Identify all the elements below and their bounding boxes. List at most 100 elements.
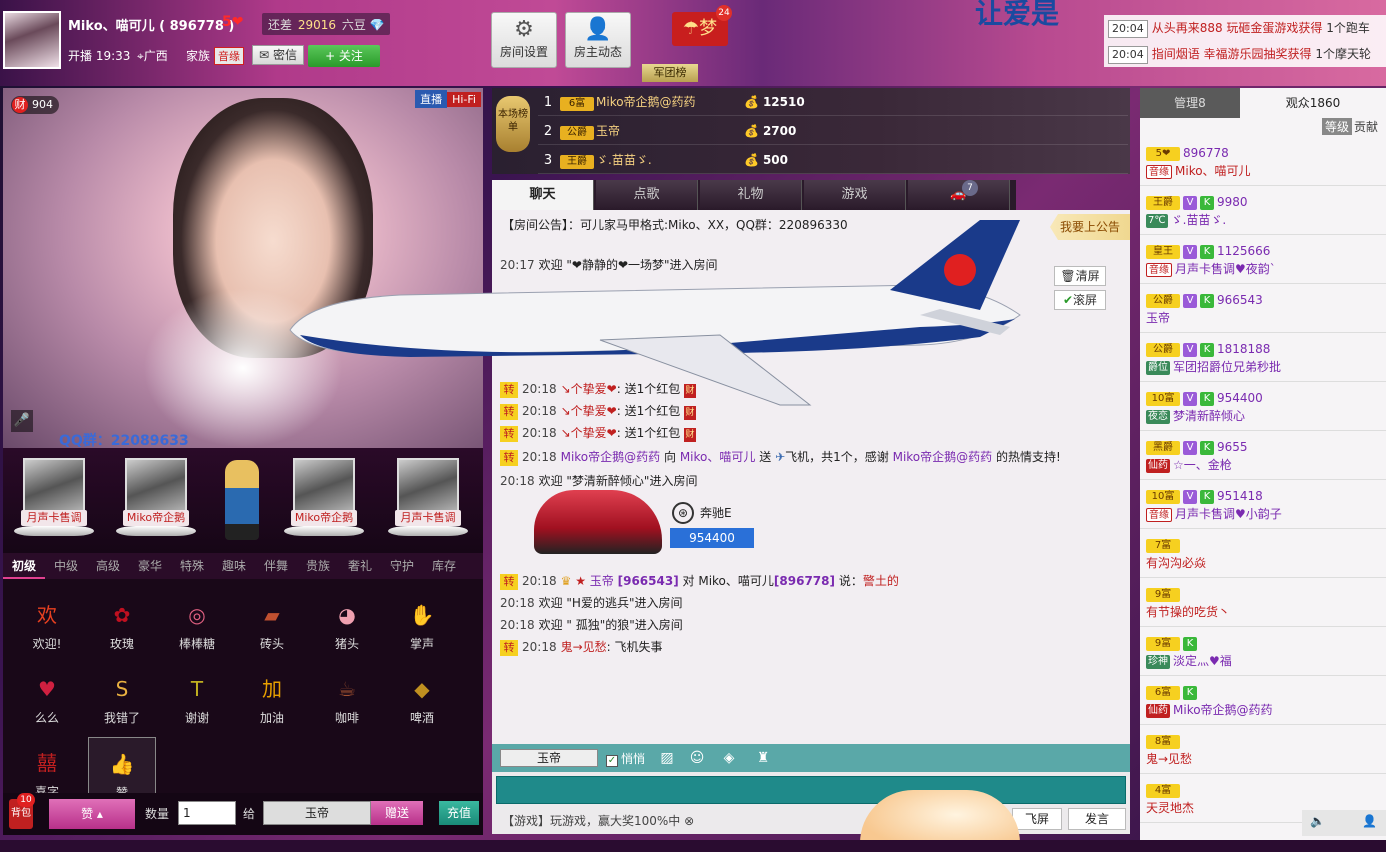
private-message-button[interactable]: ✉ 密信 — [252, 45, 304, 65]
microphone-icon[interactable]: 🎤 — [11, 410, 33, 432]
chat-area[interactable]: 【房间公告】：可儿家马甲格式:Miko、XX，QQ群：220896330 我要上… — [492, 210, 1130, 744]
mic-seat[interactable]: 月声卡售调 — [388, 458, 468, 546]
gift-item[interactable]: ◆ 啤酒 — [388, 663, 456, 731]
chat-tab[interactable]: 点歌 — [596, 180, 698, 210]
gift-item[interactable]: ◎ 棒棒糖 — [163, 589, 231, 657]
owner-feed-button[interactable]: 👤 房主动态 — [565, 12, 631, 68]
message-user[interactable]: 玉帝 — [590, 574, 614, 588]
audience-row[interactable]: 王爵 V K 9980 7℃ ゞ.苗苗ゞ. — [1140, 187, 1386, 235]
mic-seat[interactable]: Miko帝企鹅 — [284, 458, 364, 546]
rank-row[interactable]: 3 王爵 ゞ.苗苗ゞ. 💰 500 — [538, 146, 1128, 174]
gift-tab[interactable]: 中级 — [45, 553, 87, 579]
audience-row[interactable]: 6富 K 仙药 Miko帝企鹅@药药 — [1140, 677, 1386, 725]
chat-input[interactable] — [496, 776, 1126, 804]
message-user[interactable]: Miko帝企鹅@药药 — [893, 450, 993, 464]
mic-seat[interactable]: 月声卡售调 — [14, 458, 94, 546]
car-owner-id[interactable]: 954400 — [670, 528, 754, 548]
rank-row[interactable]: 2 公爵 玉帝 💰 2700 — [538, 117, 1128, 145]
red-packet-icon[interactable]: 财 — [684, 428, 697, 442]
repost-icon[interactable]: 转 — [500, 574, 518, 590]
sort-by-level[interactable]: 等级 — [1321, 118, 1352, 135]
chat-tab[interactable]: 礼物 — [700, 180, 802, 210]
gift-tab[interactable]: 豪华 — [129, 553, 171, 579]
gift-tab[interactable]: 奢礼 — [339, 553, 381, 579]
game-tip[interactable]: 【游戏】玩游戏，赢大奖100%中 ⊗ — [502, 812, 694, 829]
image-icon[interactable]: ▨ — [656, 748, 678, 768]
gift-item[interactable]: 欢欢迎! — [13, 589, 81, 657]
gift-tab[interactable]: 特殊 — [171, 553, 213, 579]
repost-icon[interactable]: 转 — [500, 404, 518, 420]
audience-row[interactable]: 10富 V K 951418 音缘 月声卡售调♥小韵子 — [1140, 481, 1386, 529]
ticker-row[interactable]: 20:04 从头再来888 玩砸金蛋游戏获得 1个跑车 — [1104, 15, 1386, 41]
gift-tab[interactable]: 高级 — [87, 553, 129, 579]
tab-admins[interactable]: 管理8 — [1140, 88, 1240, 118]
repost-icon[interactable]: 转 — [500, 382, 518, 398]
fly-screen-button[interactable]: 飞屏 — [1012, 808, 1062, 830]
audience-row[interactable]: 8富 鬼→见愁 — [1140, 726, 1386, 774]
gift-tab[interactable]: 库存 — [423, 553, 465, 579]
chat-target-select[interactable]: 玉帝 — [500, 749, 598, 767]
anchor-avatar[interactable] — [3, 11, 61, 69]
gift-tab[interactable]: 趣味 — [213, 553, 255, 579]
repost-icon[interactable]: 转 — [500, 640, 518, 656]
quantity-input[interactable]: 1 — [178, 801, 236, 825]
gift-tab[interactable]: 伴舞 — [255, 553, 297, 579]
volume-controls[interactable]: 🔈 👤 — [1302, 810, 1386, 836]
recharge-button[interactable]: 充值 — [439, 801, 479, 825]
message-target[interactable]: Miko、喵可儿 — [680, 450, 756, 464]
mic-seat[interactable]: Miko帝企鹅 — [116, 458, 196, 546]
whisper-checkbox[interactable]: ✓ 悄悄 — [606, 750, 645, 767]
audience-row[interactable]: 黑爵 V K 9655 仙药 ☆一、金枪 — [1140, 432, 1386, 480]
gift-send-button[interactable]: 赠送 — [371, 801, 423, 825]
message-user[interactable]: Miko帝企鹅@药药 — [561, 450, 661, 464]
red-packet-icon[interactable]: 财 — [684, 406, 697, 420]
chat-tab[interactable]: 聊天 — [492, 180, 594, 210]
message-user-id[interactable]: [966543] — [618, 574, 679, 588]
gift-tab[interactable]: 初级 — [3, 553, 45, 579]
gift-item[interactable]: ◕ 猪头 — [313, 589, 381, 657]
vip-icon[interactable]: ◈ — [718, 748, 740, 768]
tab-audience[interactable]: 观众1860 — [1240, 88, 1386, 118]
family-badge[interactable]: 音缘 — [214, 47, 245, 65]
audience-row[interactable]: 公爵 V K 966543 玉帝 — [1140, 285, 1386, 333]
message-user[interactable]: ↘个挚爱❤ — [561, 426, 617, 440]
message-user-id[interactable]: [896778] — [774, 574, 835, 588]
follow-button[interactable]: + 关注 — [308, 45, 380, 67]
gift-item[interactable]: ✿ 玫瑰 — [88, 589, 156, 657]
post-announcement-button[interactable]: 我要上公告 — [1050, 214, 1130, 240]
auto-scroll-toggle[interactable]: ✔滚屏 — [1054, 290, 1106, 310]
gift-item[interactable]: ♥ 么么 — [13, 663, 81, 731]
gift-item[interactable]: S 我错了 — [88, 663, 156, 731]
audience-row[interactable]: 9富 有节操的吃货丶 — [1140, 579, 1386, 627]
tab-car[interactable]: 🚗 — [908, 180, 1010, 210]
gift-item[interactable]: ☕ 咖啡 — [313, 663, 381, 731]
gift-item[interactable]: 加加油 — [238, 663, 306, 731]
audience-row[interactable]: 10富 V K 954400 夜恋 梦清新醉倾心 — [1140, 383, 1386, 431]
red-packet-icon[interactable]: 财 — [684, 384, 697, 398]
gift-target-select[interactable]: 玉帝 — [263, 801, 371, 825]
close-icon[interactable]: ⊗ — [684, 814, 694, 828]
audience-row[interactable]: 7富 有沟沟必焱 — [1140, 530, 1386, 578]
audience-row[interactable]: 公爵 V K 1818188 爵位 军团招爵位兄弟秒批 — [1140, 334, 1386, 382]
emoji-icon[interactable]: ☺ — [686, 748, 708, 768]
audience-row[interactable]: 5❤ 896778 音缘 Miko、喵可儿 — [1140, 138, 1386, 186]
gift-tab[interactable]: 贵族 — [297, 553, 339, 579]
audience-row[interactable]: 9富 K 珍神 淡定灬♥福 — [1140, 628, 1386, 676]
gift-item[interactable]: T 谢谢 — [163, 663, 231, 731]
send-message-button[interactable]: 发言 — [1068, 808, 1126, 830]
audience-row[interactable]: 皇王 V K 1125666 音缘 月声卡售调♥夜韵` — [1140, 236, 1386, 284]
ticker-row[interactable]: 20:04 指间烟语 幸福游乐园抽奖获得 1个摩天轮 — [1104, 41, 1386, 67]
message-user[interactable]: ↘个挚爱❤ — [561, 404, 617, 418]
gift-item[interactable]: ▰ 砖头 — [238, 589, 306, 657]
gift-tab[interactable]: 守护 — [381, 553, 423, 579]
gift-item[interactable]: ✋ 掌声 — [388, 589, 456, 657]
room-settings-button[interactable]: ⚙ 房间设置 — [491, 12, 557, 68]
chat-tab[interactable]: 游戏 — [804, 180, 906, 210]
rank-row[interactable]: 1 6富 Miko帝企鹅@药药 💰 12510 — [538, 88, 1128, 116]
repost-icon[interactable]: 转 — [500, 426, 518, 442]
sort-by-contribution[interactable]: 贡献 — [1354, 120, 1378, 134]
message-user[interactable]: ↘个挚爱❤ — [561, 382, 617, 396]
repost-icon[interactable]: 转 — [500, 450, 518, 466]
clear-screen-button[interactable]: 🗑清屏 — [1054, 266, 1106, 286]
army-rank-button[interactable]: 军团榜 — [642, 64, 698, 82]
